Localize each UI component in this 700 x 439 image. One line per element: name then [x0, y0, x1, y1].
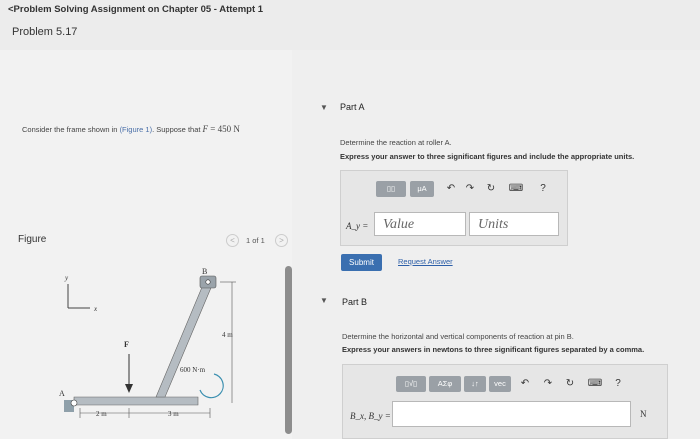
label-b: B: [202, 267, 207, 276]
back-to-assignment-link[interactable]: <Problem Solving Assignment on Chapter 0…: [8, 4, 263, 15]
reset-icon-b[interactable]: ↻: [563, 376, 577, 392]
label-2m: 2 m: [96, 410, 107, 418]
roller-a-icon: [70, 399, 78, 407]
axes-icon: [67, 284, 90, 309]
part-b-title[interactable]: Part B: [342, 297, 367, 307]
part-a-caret-icon[interactable]: ▼: [320, 103, 328, 112]
label-moment: 600 N·m: [180, 366, 206, 374]
figure-count: 1 of 1: [246, 236, 265, 245]
part-b-input-label: B_x, B_y =: [350, 411, 391, 421]
question-text: Consider the frame shown in (Figure 1). …: [22, 124, 240, 134]
units-mu-button[interactable]: μA: [410, 181, 434, 197]
part-b-instruction: Determine the horizontal and vertical co…: [342, 332, 574, 341]
undo-icon[interactable]: ↶: [444, 181, 458, 197]
label-f: F: [124, 340, 129, 349]
part-b-caret-icon[interactable]: ▼: [320, 296, 328, 305]
units-input[interactable]: Units: [469, 212, 559, 236]
value-placeholder: Value: [383, 217, 415, 232]
keyboard-icon[interactable]: ⌨: [508, 181, 524, 197]
horizontal-member: [73, 396, 199, 406]
part-a-title[interactable]: Part A: [340, 102, 365, 112]
moment-arrow-icon: [199, 373, 224, 399]
keyboard-icon-b[interactable]: ⌨: [587, 376, 603, 392]
arrows-button[interactable]: ↓↑: [464, 376, 486, 392]
unit-label: N: [640, 409, 647, 419]
frame-figure: y x B A F 4 m 600 N·m 2 m 3 m: [59, 267, 236, 418]
label-3m: 3 m: [168, 410, 179, 418]
part-a-input-label: A_y =: [346, 221, 369, 231]
help-icon-b[interactable]: ?: [612, 376, 624, 392]
value-input[interactable]: Value: [374, 212, 466, 236]
inclined-member: [155, 279, 214, 398]
part-a-instruction: Determine the reaction at roller A.: [340, 138, 452, 147]
part-b-bold-instruction: Express your answers in newtons to three…: [342, 345, 645, 354]
label-y: y: [64, 274, 69, 282]
figure-link[interactable]: (Figure 1): [120, 125, 153, 134]
templates-button-b[interactable]: ▯√▯: [396, 376, 426, 392]
reset-icon[interactable]: ↻: [484, 181, 498, 197]
figure-next-button[interactable]: >: [275, 234, 288, 247]
question-prefix: Consider the frame shown in: [22, 125, 120, 134]
submit-button[interactable]: Submit: [341, 254, 382, 271]
greek-button[interactable]: ΑΣφ: [429, 376, 461, 392]
vec-button[interactable]: vec: [489, 376, 511, 392]
help-icon[interactable]: ?: [537, 181, 549, 197]
components-input[interactable]: [392, 401, 631, 427]
redo-icon-b[interactable]: ↷: [541, 376, 555, 392]
redo-icon[interactable]: ↷: [463, 181, 477, 197]
problem-title: Problem 5.17: [12, 26, 78, 38]
units-placeholder: Units: [478, 217, 509, 232]
templates-button[interactable]: ▯▯: [376, 181, 406, 197]
figure-scrollbar[interactable]: [285, 266, 292, 434]
figure-label: Figure: [18, 234, 47, 245]
part-a-bold-instruction: Express your answer to three significant…: [340, 152, 635, 161]
label-a: A: [59, 389, 65, 398]
label-4m: 4 m: [222, 331, 233, 339]
force-arrowhead-icon: [125, 384, 133, 393]
pin-b-icon: [205, 279, 211, 285]
question-eq: = 450 N: [208, 124, 240, 134]
question-middle: . Suppose that: [152, 125, 203, 134]
request-answer-link[interactable]: Request Answer: [398, 257, 453, 266]
label-x: x: [93, 305, 98, 313]
figure-prev-button[interactable]: <: [226, 234, 239, 247]
undo-icon-b[interactable]: ↶: [518, 376, 532, 392]
